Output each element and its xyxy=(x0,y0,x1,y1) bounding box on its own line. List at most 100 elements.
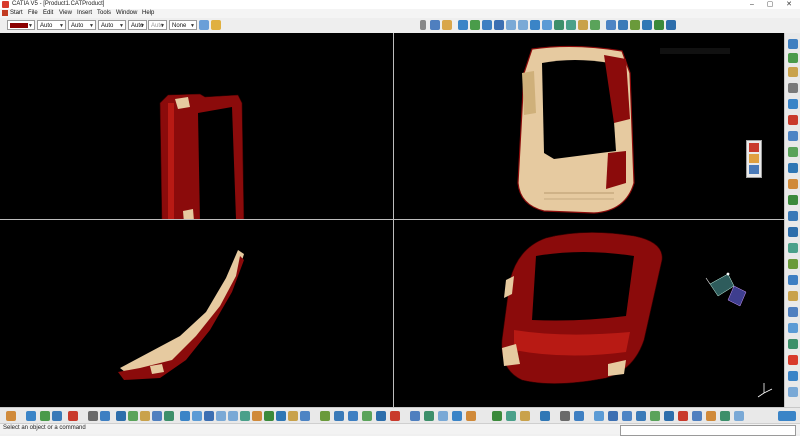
apply-material-icon[interactable] xyxy=(642,20,652,30)
palette-filter-icon[interactable] xyxy=(749,165,759,174)
draft-icon[interactable] xyxy=(608,411,618,421)
view-mode-icon[interactable] xyxy=(300,411,310,421)
light-icon[interactable] xyxy=(520,411,530,421)
distance-icon[interactable] xyxy=(788,387,798,397)
quick-view-icon[interactable] xyxy=(252,411,262,421)
measure-between-icon[interactable] xyxy=(320,411,330,421)
section-bottom-icon[interactable] xyxy=(636,411,646,421)
menu-file[interactable]: File xyxy=(28,10,38,16)
generate-numbering-icon[interactable] xyxy=(788,147,798,157)
multi-view-icon[interactable] xyxy=(542,20,552,30)
zoom-in-icon[interactable] xyxy=(506,20,516,30)
viewport-top-right[interactable] xyxy=(394,33,784,219)
tailgate-part-section-view[interactable] xyxy=(118,250,244,380)
normal-to-icon[interactable] xyxy=(240,411,250,421)
mirror-icon[interactable] xyxy=(438,411,448,421)
help-icon[interactable] xyxy=(720,411,730,421)
tailgate-part-side-view[interactable] xyxy=(159,93,245,219)
menu-edit[interactable]: Edit xyxy=(43,10,53,16)
insert-component-icon[interactable] xyxy=(788,53,798,63)
command-input[interactable] xyxy=(620,425,796,436)
pan-icon[interactable] xyxy=(482,20,492,30)
shading-icon[interactable] xyxy=(566,20,576,30)
menu-insert[interactable]: Insert xyxy=(77,10,92,16)
replace-component-icon[interactable] xyxy=(788,115,798,125)
palette-close-icon[interactable] xyxy=(749,143,759,152)
compass-icon[interactable] xyxy=(705,272,747,307)
redo-icon[interactable] xyxy=(164,411,174,421)
fit-view-icon[interactable] xyxy=(180,411,190,421)
sketch-bottom-icon[interactable] xyxy=(540,411,550,421)
measure-icon[interactable] xyxy=(606,20,616,30)
arc-tool-icon[interactable] xyxy=(630,20,640,30)
layer-icon[interactable] xyxy=(678,411,688,421)
zoom-out-icon[interactable] xyxy=(518,20,528,30)
undo-icon[interactable] xyxy=(152,411,162,421)
menu-tools[interactable]: Tools xyxy=(97,10,111,16)
snap-icon[interactable] xyxy=(788,179,798,189)
paste-icon[interactable] xyxy=(140,411,150,421)
swap-space-icon[interactable] xyxy=(590,20,600,30)
scene-icon[interactable] xyxy=(492,411,502,421)
check-icon[interactable] xyxy=(390,411,400,421)
ruler-icon[interactable] xyxy=(650,411,660,421)
knowledge-bottom-icon[interactable] xyxy=(362,411,372,421)
publish-icon[interactable] xyxy=(560,411,570,421)
product-structure-icon[interactable] xyxy=(788,39,798,49)
fix-together-icon[interactable] xyxy=(788,307,798,317)
coincidence-icon[interactable] xyxy=(788,227,798,237)
comment-icon[interactable] xyxy=(100,411,110,421)
swap-icon[interactable] xyxy=(288,411,298,421)
reuse-pattern-icon[interactable] xyxy=(788,339,798,349)
line-type-combo[interactable]: Auto ▼ xyxy=(37,20,66,30)
insert-product-icon[interactable] xyxy=(788,67,798,77)
pan-view-icon[interactable] xyxy=(192,411,202,421)
open-icon[interactable] xyxy=(40,411,50,421)
normal-view-icon[interactable] xyxy=(530,20,540,30)
copy-icon[interactable] xyxy=(128,411,138,421)
transform-icon[interactable] xyxy=(466,411,476,421)
constraint-icon[interactable] xyxy=(410,411,420,421)
measure-inertia-icon[interactable] xyxy=(334,411,344,421)
clash-stop-icon[interactable] xyxy=(788,211,798,221)
connect-icon[interactable] xyxy=(622,411,632,421)
close-button[interactable]: ✕ xyxy=(781,0,797,9)
symmetry-icon[interactable] xyxy=(452,411,462,421)
line-thickness-combo[interactable]: Auto ▼ xyxy=(68,20,96,30)
point-symbol-combo[interactable]: Auto ▼ xyxy=(98,20,126,30)
update-icon[interactable] xyxy=(788,323,798,333)
rotate-view-icon[interactable] xyxy=(204,411,214,421)
zoom-out-view-icon[interactable] xyxy=(228,411,238,421)
fx-formula-icon[interactable] xyxy=(88,411,98,421)
graph-tree-icon[interactable] xyxy=(788,131,798,141)
palette-select-icon[interactable] xyxy=(749,154,759,163)
fix-icon[interactable] xyxy=(788,291,798,301)
camera-icon[interactable] xyxy=(506,411,516,421)
param-icon[interactable] xyxy=(376,411,386,421)
apply-material-bottom-icon[interactable] xyxy=(348,411,358,421)
fit-all-icon[interactable] xyxy=(470,20,480,30)
insert-part-icon[interactable] xyxy=(788,83,798,93)
shading-mode-icon[interactable] xyxy=(264,411,274,421)
hide-icon[interactable] xyxy=(276,411,286,421)
fly-mode-icon[interactable] xyxy=(458,20,468,30)
contact-icon[interactable] xyxy=(788,243,798,253)
menu-window[interactable]: Window xyxy=(116,10,137,16)
offset-icon[interactable] xyxy=(788,259,798,269)
flexible-icon[interactable] xyxy=(424,411,434,421)
analysis-icon[interactable] xyxy=(574,411,584,421)
section-icon[interactable] xyxy=(788,371,798,381)
measure-item-icon[interactable] xyxy=(618,20,628,30)
cut-icon[interactable] xyxy=(116,411,126,421)
sketch-tool-icon[interactable] xyxy=(442,20,452,30)
painter-icon[interactable] xyxy=(199,20,209,30)
hide-show-icon[interactable] xyxy=(578,20,588,30)
tailgate-part-3d-view[interactable] xyxy=(501,232,663,384)
menu-view[interactable]: View xyxy=(59,10,72,16)
new-icon[interactable] xyxy=(26,411,36,421)
manipulation-icon[interactable] xyxy=(788,163,798,173)
minimize-button[interactable]: – xyxy=(744,0,760,9)
print-icon[interactable] xyxy=(68,411,78,421)
save-icon[interactable] xyxy=(52,411,62,421)
viewport-bottom-right[interactable] xyxy=(394,220,784,407)
